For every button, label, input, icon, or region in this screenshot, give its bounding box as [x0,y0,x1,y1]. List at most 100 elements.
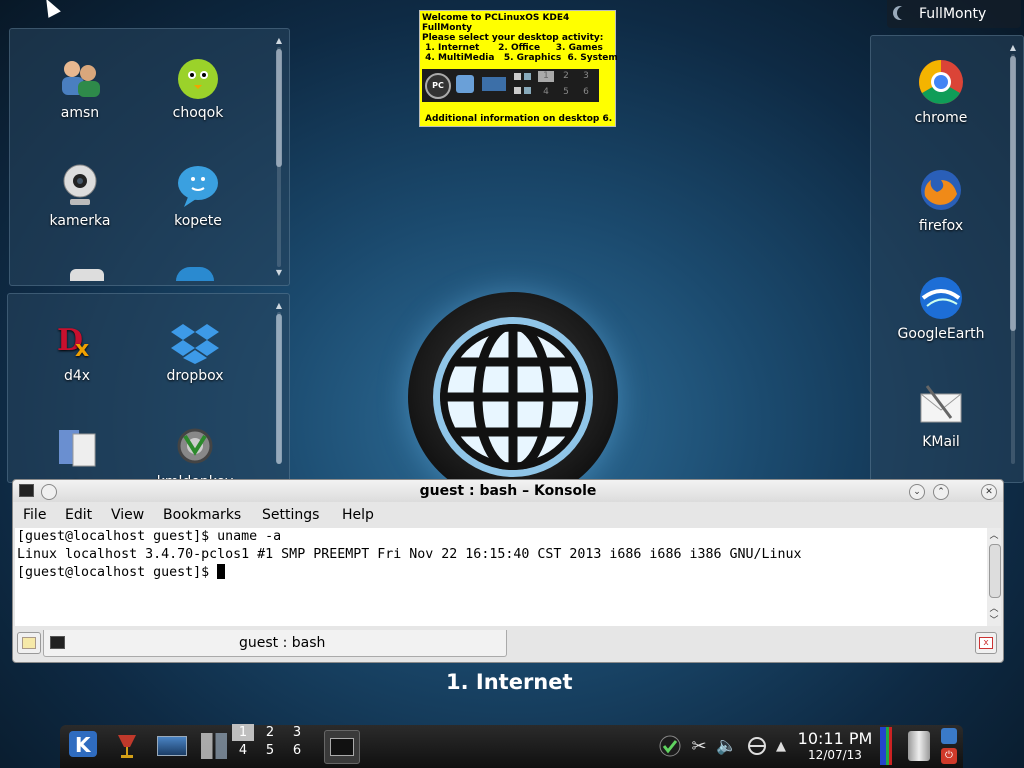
partial-icon [176,267,214,281]
moon-icon [897,6,911,20]
note-line: 4. MultiMedia 5. Graphics 6. System [422,53,618,63]
pager-desktop-5[interactable]: 5 [259,742,281,759]
scroll-up-arrow[interactable]: ▲ [275,302,283,310]
note-pager-number: 4 [543,87,549,97]
network-icon[interactable] [745,730,769,762]
close-button[interactable]: ✕ [981,484,997,500]
globe-logo [408,292,618,502]
desktop-icon-label: KMail [922,434,960,450]
pager-desktop-6[interactable]: 6 [286,742,308,759]
volume-icon[interactable]: 🔈 [715,730,739,762]
terminal-scrollbar[interactable]: ︿ ︿ ﹀ [987,528,1001,626]
desktop-icon-label: kamerka [49,213,111,229]
terminal-tab-icon [50,636,65,649]
clock-time: 10:11 PM [797,729,873,748]
kde-logo-icon: K [69,731,97,757]
terminal-task-icon [330,738,354,756]
lock-screen-button[interactable] [940,727,958,745]
desktop-icon-choqok[interactable]: choqok [153,53,243,121]
scroll-thumb[interactable] [989,544,1001,598]
folder-view-top[interactable]: amsn choqok kamerka kopete ▲ ▼ [9,28,290,286]
menu-file[interactable]: File [23,507,46,523]
new-tab-icon [22,637,36,649]
mouse-pointer [40,0,61,18]
desktop-icon-gftp[interactable]: gftp [32,426,122,482]
scroll-down-arrow[interactable]: ▼ [275,269,283,277]
window-title: guest : bash – Konsole [419,483,597,499]
new-tab-button[interactable] [17,632,41,654]
widgets-icon [201,733,227,759]
show-desktop-button[interactable] [156,730,188,762]
checkmark-icon [659,735,681,757]
menu-settings[interactable]: Settings [262,507,319,523]
trash-icon[interactable] [905,730,933,762]
maximize-button[interactable]: ⌃ [933,484,949,500]
folder-view-right[interactable]: chrome firefox GoogleEarth KMail ▲ [870,35,1024,483]
scroll-up-arrow[interactable]: ︿ [987,528,1001,541]
scroll-thumb[interactable] [1010,56,1016,331]
system-monitor-icon[interactable] [878,727,894,765]
pager-desktop-1[interactable]: 1 [232,724,254,741]
menu-edit[interactable]: Edit [65,507,92,523]
pager-desktop-3[interactable]: 3 [286,724,308,741]
launcher-button[interactable] [110,730,144,762]
minimize-button[interactable]: ⌄ [909,484,925,500]
tab-guest-bash[interactable]: guest : bash [43,630,507,657]
terminal-prompt-line: [guest@localhost guest]$ [17,564,987,582]
desktop-icon-d4x[interactable]: Dx d4x [32,316,122,384]
folder-view-scrollbar[interactable]: ▲ [1009,44,1017,474]
close-tab-button[interactable]: x [975,632,997,654]
desktop-icon-kamerka[interactable]: kamerka [35,161,125,229]
menu-help[interactable]: Help [342,507,374,523]
terminal-output[interactable]: [guest@localhost guest]$ uname -a Linux … [15,528,987,626]
partial-icon [70,269,104,281]
kde-menu-button[interactable]: K [66,730,100,762]
preview-icon [482,77,506,91]
note-pager-number: 1 [538,71,554,82]
trash-can-icon [908,731,930,761]
amsn-icon [56,53,104,101]
scroll-up-arrow[interactable]: ▲ [1009,44,1017,52]
choqok-icon [174,53,222,101]
scroll-down-arrow[interactable]: ﹀ [987,613,1001,626]
pager-desktop-4[interactable]: 4 [232,742,254,759]
update-status-icon[interactable] [658,730,682,762]
activity-widgets-button[interactable] [197,730,231,762]
menu-bar: File Edit View Bookmarks Settings Help [13,503,1003,527]
activity-switcher-label: FullMonty [919,6,987,22]
note-line: Welcome to PCLinuxOS KDE4 FullMonty [422,13,570,33]
konsole-window[interactable]: guest : bash – Konsole ⌄ ⌃ ✕ File Edit V… [12,479,1004,663]
pager-desktop-2[interactable]: 2 [259,724,281,741]
digital-clock[interactable]: 10:11 PM 12/07/13 [797,729,873,762]
kopete-icon [174,161,222,209]
scroll-thumb[interactable] [276,49,282,167]
task-konsole[interactable] [324,730,360,764]
terminal-line: Linux localhost 3.4.70-pclos1 #1 SMP PRE… [17,547,802,562]
note-line: 1. Internet 2. Office 3. Games [422,43,603,53]
folder-view-scrollbar[interactable]: ▲ [275,302,283,474]
folder-view-scrollbar[interactable]: ▲ ▼ [275,37,283,277]
activity-name: 1. Internet [446,670,573,694]
scroll-thumb[interactable] [276,314,282,464]
desktop-icon-amsn[interactable]: amsn [35,53,125,121]
svg-text:K: K [75,733,92,757]
desktop-icon-dropbox[interactable]: dropbox [150,316,240,384]
window-titlebar[interactable]: guest : bash – Konsole ⌄ ⌃ ✕ [13,480,1003,502]
desktop-icon-kmail[interactable]: KMail [896,382,986,450]
desktop-icon-chrome[interactable]: chrome [896,58,986,126]
menu-bookmarks[interactable]: Bookmarks [163,507,241,523]
menu-view[interactable]: View [111,507,144,523]
logout-button[interactable]: ⏻ [940,747,958,765]
webcam-icon [56,161,104,209]
desktop-icon-kopete[interactable]: kopete [153,161,243,229]
clipboard-icon[interactable]: ✂ [688,730,710,762]
desktop-icon-googleearth[interactable]: GoogleEarth [896,274,986,342]
desktop-icon-firefox[interactable]: firefox [896,166,986,234]
desktop-icon-kmldonkey[interactable]: kmldonkey [150,422,240,482]
desktop-icon-label: kopete [174,213,222,229]
scroll-up-arrow[interactable]: ▲ [275,37,283,45]
folder-view-bottom[interactable]: Dx d4x dropbox gftp kmldonkey ▲ [7,293,290,483]
expand-tray-arrow-icon[interactable]: ▲ [772,730,790,762]
activity-switcher-button[interactable]: FullMonty [887,0,1021,28]
preview-icon [514,73,521,80]
